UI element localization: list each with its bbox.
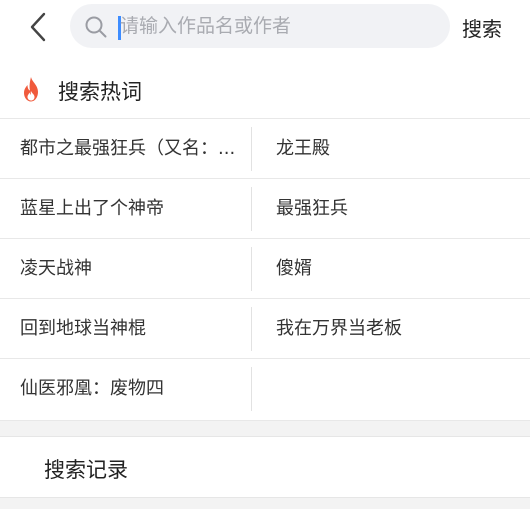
column-divider bbox=[251, 367, 252, 411]
hot-search-title: 搜索热词 bbox=[58, 80, 142, 104]
hot-row: 凌天战神 傻婿 bbox=[0, 238, 530, 298]
hot-item[interactable]: 都市之最强狂兵（又名：... bbox=[20, 119, 248, 179]
column-divider bbox=[251, 127, 252, 171]
search-box[interactable] bbox=[70, 4, 450, 48]
column-divider bbox=[251, 187, 252, 231]
fire-icon bbox=[24, 77, 38, 102]
search-history-header: 搜索记录 bbox=[0, 437, 530, 497]
search-button[interactable]: 搜索 bbox=[462, 13, 502, 42]
hot-row: 仙医邪凰：废物四 bbox=[0, 358, 530, 418]
hot-item[interactable]: 最强狂兵 bbox=[276, 179, 516, 239]
hot-row: 回到地球当神棍 我在万界当老板 bbox=[0, 298, 530, 358]
search-input[interactable] bbox=[120, 4, 435, 48]
hot-search-header: 搜索热词 bbox=[0, 62, 530, 118]
hot-item[interactable]: 蓝星上出了个神帝 bbox=[20, 179, 248, 239]
search-history-title: 搜索记录 bbox=[44, 458, 128, 482]
hot-item[interactable]: 凌天战神 bbox=[20, 239, 248, 299]
section-gap bbox=[0, 421, 530, 437]
hot-item[interactable]: 傻婿 bbox=[276, 239, 516, 299]
hot-row: 蓝星上出了个神帝 最强狂兵 bbox=[0, 178, 530, 238]
chevron-left-icon bbox=[30, 12, 46, 42]
column-divider bbox=[251, 307, 252, 351]
search-icon bbox=[85, 16, 107, 38]
hot-item[interactable]: 龙王殿 bbox=[276, 119, 516, 179]
hot-search-grid: 都市之最强狂兵（又名：... 龙王殿 蓝星上出了个神帝 最强狂兵 凌天战神 傻婿… bbox=[0, 118, 530, 421]
hot-item[interactable]: 回到地球当神棍 bbox=[20, 299, 248, 359]
top-bar: 搜索 bbox=[0, 0, 530, 56]
hot-item-empty bbox=[276, 359, 516, 419]
section-gap bbox=[0, 497, 530, 509]
back-button[interactable] bbox=[22, 8, 56, 46]
hot-item[interactable]: 我在万界当老板 bbox=[276, 299, 516, 359]
column-divider bbox=[251, 247, 252, 291]
hot-row: 都市之最强狂兵（又名：... 龙王殿 bbox=[0, 118, 530, 178]
hot-item[interactable]: 仙医邪凰：废物四 bbox=[20, 359, 248, 419]
